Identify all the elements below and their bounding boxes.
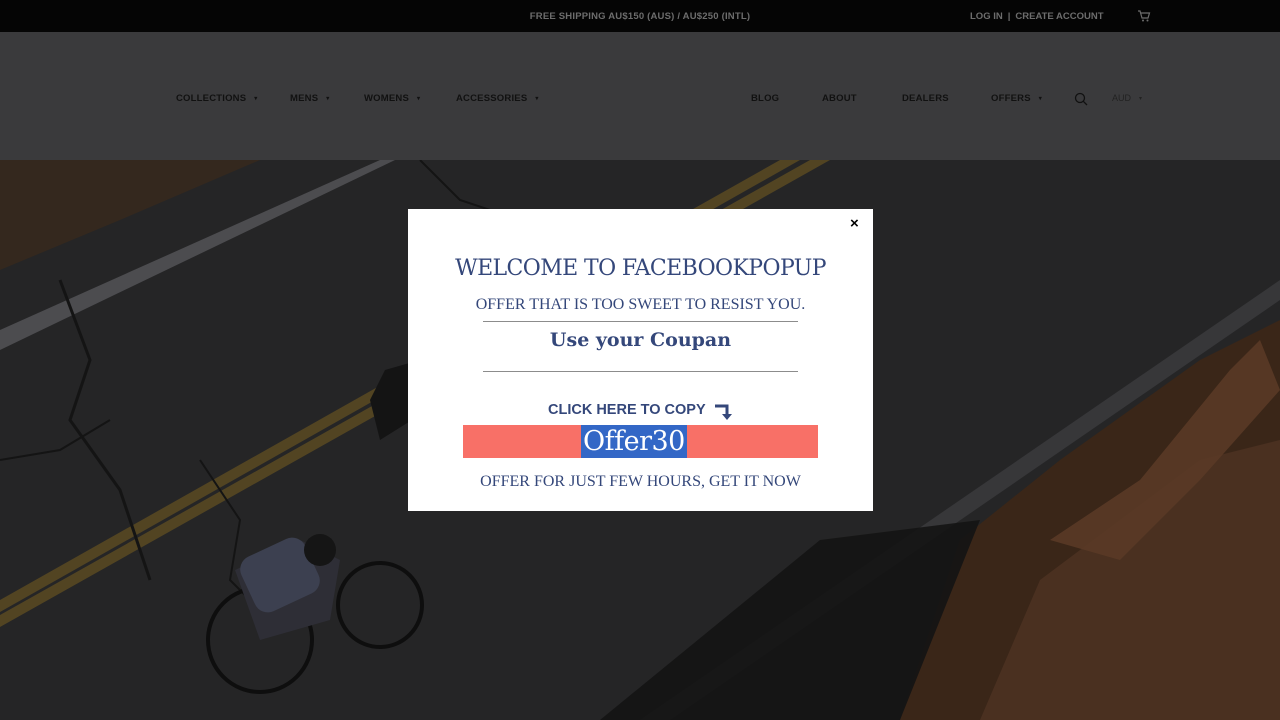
search-icon[interactable] (1074, 92, 1088, 106)
nav-item-dealers[interactable]: DEALERS (902, 93, 949, 104)
nav-item-offers[interactable]: OFFERS ▾ (991, 93, 1042, 104)
coupon-popup: × WELCOME TO FACEBOOKPOPUP OFFER THAT IS… (408, 209, 873, 511)
nav-item-mens[interactable]: MENS ▾ (290, 93, 329, 104)
account-separator: | (1007, 11, 1011, 22)
currency-selector[interactable]: AUD ▾ (1112, 93, 1142, 103)
nav-item-collections[interactable]: COLLECTIONS ▾ (176, 93, 258, 104)
coupon-code-box[interactable]: Offer30 (463, 425, 818, 458)
chevron-down-icon: ▾ (326, 96, 330, 102)
chevron-down-icon: ▾ (417, 96, 421, 102)
nav-item-accessories[interactable]: ACCESSORIES ▾ (456, 93, 539, 104)
create-account-link[interactable]: CREATE ACCOUNT (1015, 11, 1103, 22)
nav-item-womens[interactable]: WOMENS ▾ (364, 93, 420, 104)
cart-icon[interactable] (1137, 9, 1151, 23)
coupon-heading: Use your Coupan (549, 329, 732, 351)
announcement-bar: FREE SHIPPING AU$150 (AUS) / AU$250 (INT… (0, 0, 1280, 32)
divider (483, 321, 798, 322)
login-link[interactable]: LOG IN (970, 11, 1003, 22)
chevron-down-icon: ▾ (1139, 96, 1143, 102)
nav-item-about[interactable]: ABOUT (822, 93, 857, 104)
nav-item-blog[interactable]: BLOG (751, 93, 779, 104)
click-to-copy-label: CLICK HERE TO COPY (548, 402, 706, 418)
turn-down-arrow-icon (715, 404, 732, 420)
main-navigation: COLLECTIONS ▾ MENS ▾ WOMENS ▾ ACCESSORIES ▾ … (0, 32, 1280, 160)
popup-footer: OFFER FOR JUST FEW HOURS, GET IT NOW (480, 473, 801, 490)
chevron-down-icon: ▾ (535, 96, 539, 102)
chevron-down-icon: ▾ (254, 96, 258, 102)
close-icon[interactable]: × (850, 216, 859, 232)
account-links: LOG IN | CREATE ACCOUNT (970, 11, 1104, 22)
coupon-code[interactable]: Offer30 (581, 425, 687, 458)
chevron-down-icon: ▾ (1038, 96, 1042, 102)
divider (483, 371, 798, 372)
popup-subtitle: OFFER THAT IS TOO SWEET TO RESIST YOU. (475, 296, 806, 313)
popup-title: WELCOME TO FACEBOOKPOPUP (455, 256, 826, 281)
